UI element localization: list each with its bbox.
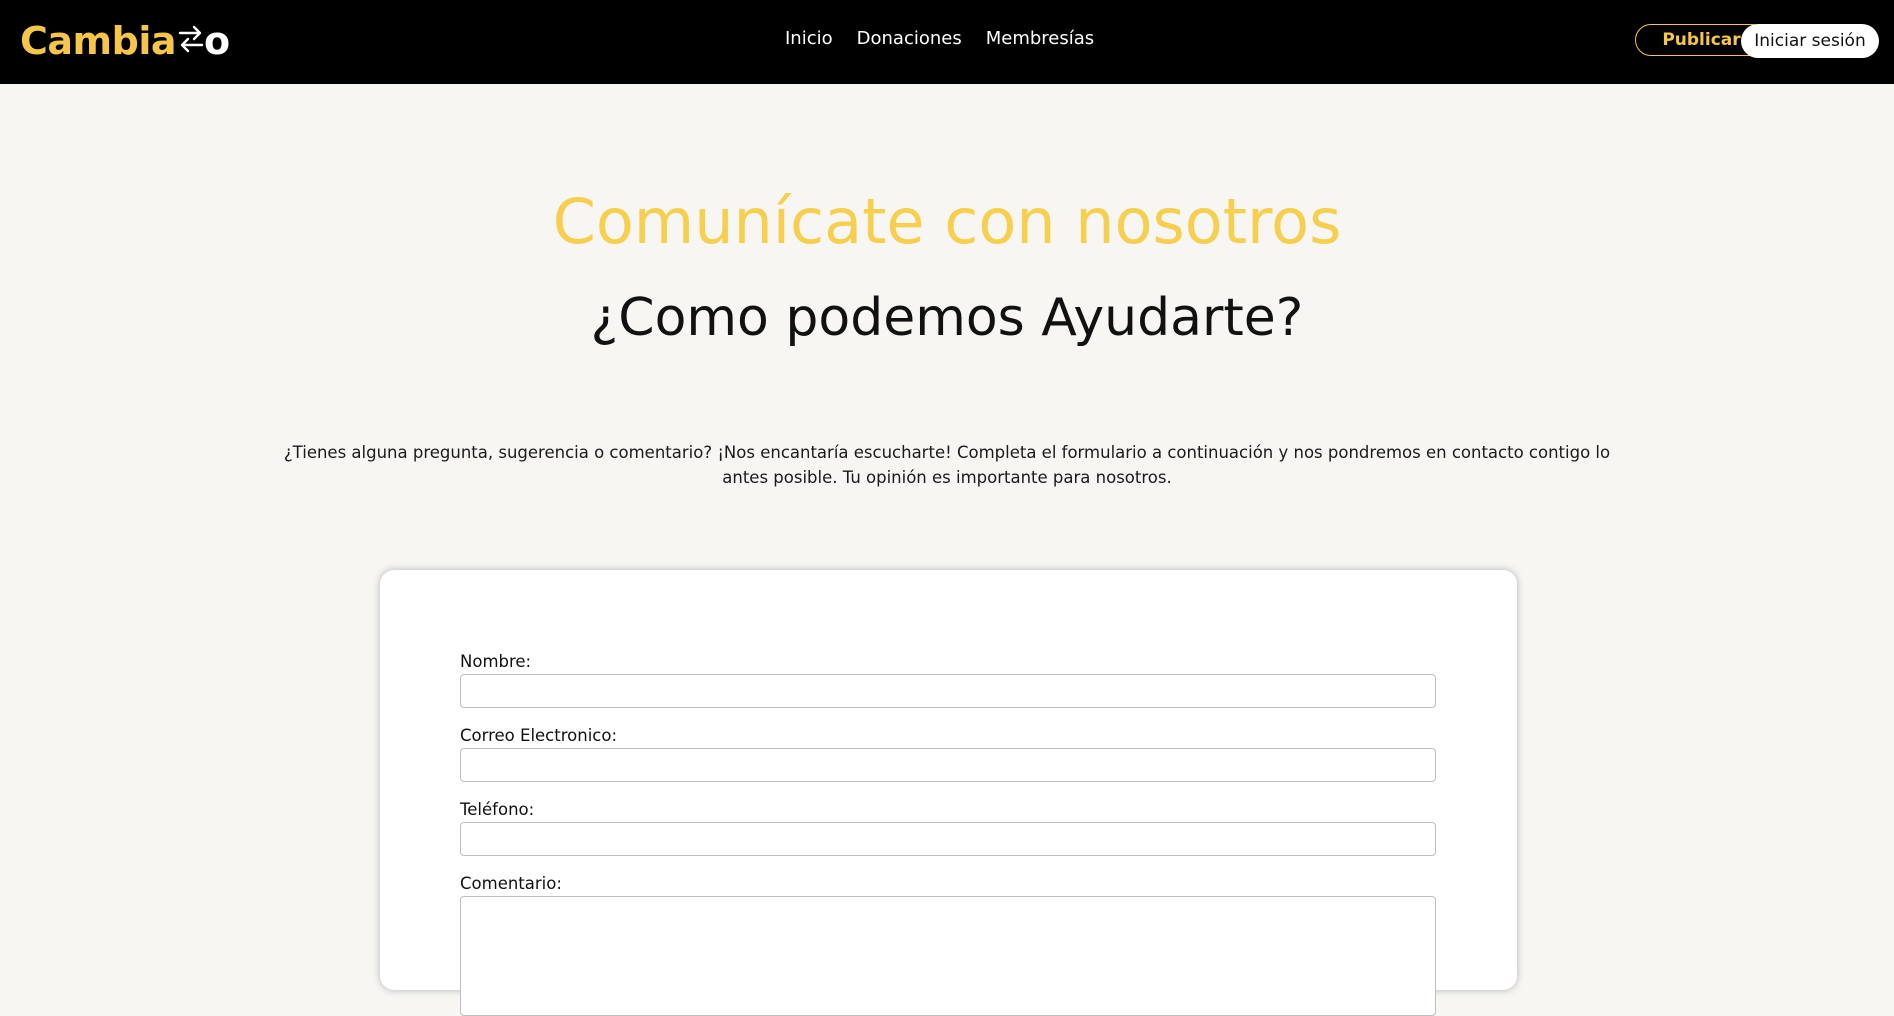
nombre-label: Nombre:: [460, 652, 532, 671]
nombre-input[interactable]: [460, 674, 1436, 708]
contact-form-card: Nombre: Correo Electronico: Teléfono: Co…: [380, 570, 1517, 1016]
nav-link-inicio[interactable]: Inicio: [785, 28, 833, 49]
nav-link-membresias[interactable]: Membresías: [986, 28, 1094, 49]
swap-arrows-icon: [178, 24, 204, 58]
nav-link-donaciones[interactable]: Donaciones: [857, 28, 962, 49]
page-subtitle: ¿Como podemos Ayudarte?: [590, 288, 1304, 348]
main-nav: Inicio Donaciones Membresías: [785, 28, 1094, 49]
login-button[interactable]: Iniciar sesión: [1741, 24, 1879, 58]
comentario-label: Comentario:: [460, 874, 562, 893]
comentario-textarea[interactable]: [460, 896, 1436, 1016]
intro-text: ¿Tienes alguna pregunta, sugerencia o co…: [283, 443, 1611, 487]
logo-text: Cambia: [20, 19, 177, 63]
telefono-label: Teléfono:: [460, 800, 535, 819]
logo[interactable]: Cambia o: [20, 16, 230, 66]
logo-suffix: o: [204, 19, 230, 63]
telefono-input[interactable]: [460, 822, 1436, 856]
correo-label: Correo Electronico:: [460, 726, 618, 745]
page-title: Comunícate con nosotros: [552, 185, 1342, 258]
top-navbar: Cambia o Inicio Donaciones Membresías Pu…: [0, 0, 1894, 84]
correo-input[interactable]: [460, 748, 1436, 782]
